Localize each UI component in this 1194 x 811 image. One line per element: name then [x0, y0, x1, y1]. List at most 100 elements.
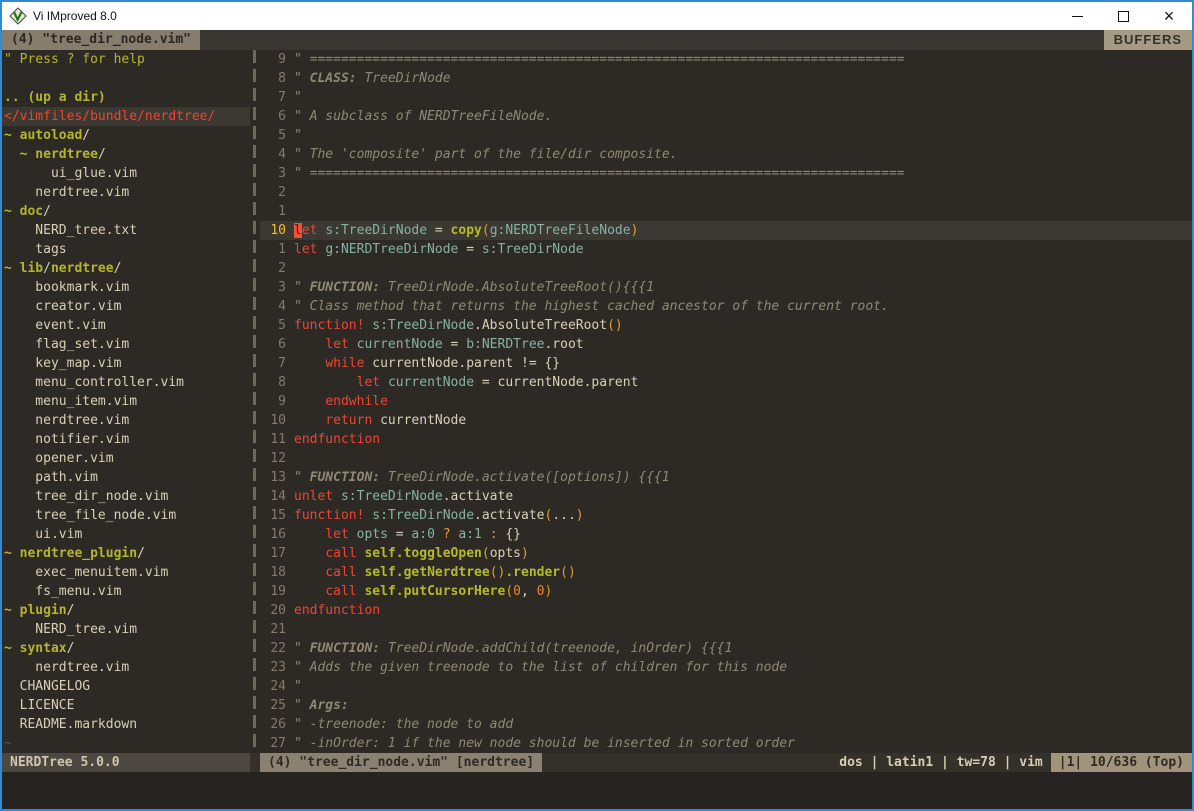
line-number: 9 [262, 392, 286, 411]
statusline-gap [250, 753, 260, 772]
tree-item[interactable]: event.vim [2, 316, 250, 335]
code-line[interactable]: 5" [260, 126, 1192, 145]
tree-item[interactable]: nerdtree.vim [2, 411, 250, 430]
line-number: 8 [262, 373, 286, 392]
tree-item[interactable]: ~ nerdtree/ [2, 145, 250, 164]
tree-item[interactable]: exec_menuitem.vim [2, 563, 250, 582]
tree-item[interactable]: tree_file_node.vim [2, 506, 250, 525]
tree-item[interactable] [2, 69, 250, 88]
line-number: 21 [262, 620, 286, 639]
tree-item[interactable]: ~ nerdtree_plugin/ [2, 544, 250, 563]
code-line[interactable]: 11endfunction [260, 430, 1192, 449]
statusline-position: |1| 10/636 (Top) [1051, 753, 1192, 772]
line-number: 26 [262, 715, 286, 734]
tree-item[interactable]: ~ [2, 734, 250, 753]
tree-item[interactable]: ~ plugin/ [2, 601, 250, 620]
line-number: 2 [262, 183, 286, 202]
code-line[interactable]: 24" [260, 677, 1192, 696]
line-number: 16 [262, 525, 286, 544]
tree-item[interactable]: bookmark.vim [2, 278, 250, 297]
line-number: 20 [262, 601, 286, 620]
tree-item[interactable]: nerdtree.vim [2, 183, 250, 202]
tree-item[interactable]: menu_controller.vim [2, 373, 250, 392]
tree-item[interactable]: .. (up a dir) [2, 88, 250, 107]
line-number: 10 [262, 411, 286, 430]
command-line[interactable] [2, 772, 1192, 809]
line-number: 18 [262, 563, 286, 582]
tree-item[interactable]: ~ lib/nerdtree/ [2, 259, 250, 278]
code-line[interactable]: 27" -inOrder: 1 if the new node should b… [260, 734, 1192, 753]
line-number: 3 [262, 164, 286, 183]
close-button[interactable]: × [1146, 2, 1192, 30]
line-number: 17 [262, 544, 286, 563]
code-line[interactable]: 7" [260, 88, 1192, 107]
tab-tree-dir-node[interactable]: (4) "tree_dir_node.vim" [2, 30, 200, 50]
line-number: 12 [262, 449, 286, 468]
line-number: 3 [262, 278, 286, 297]
code-line[interactable]: 19 call self.putCursorHere(0, 0) [260, 582, 1192, 601]
tree-item[interactable]: ~ doc/ [2, 202, 250, 221]
tree-item[interactable]: menu_item.vim [2, 392, 250, 411]
code-line[interactable]: 8 let currentNode = currentNode.parent [260, 373, 1192, 392]
code-line[interactable]: 6 let currentNode = b:NERDTree.root [260, 335, 1192, 354]
code-line[interactable]: 2 [260, 259, 1192, 278]
tree-item[interactable]: creator.vim [2, 297, 250, 316]
tree-item[interactable]: NERD_tree.txt [2, 221, 250, 240]
line-number: 22 [262, 639, 286, 658]
tree-item[interactable]: README.markdown [2, 715, 250, 734]
code-line[interactable]: 20endfunction [260, 601, 1192, 620]
tree-item[interactable]: ui_glue.vim [2, 164, 250, 183]
code-line[interactable]: 22" FUNCTION: TreeDirNode.addChild(treen… [260, 639, 1192, 658]
code-line[interactable]: 10 return currentNode [260, 411, 1192, 430]
code-line[interactable]: 8" CLASS: TreeDirNode [260, 69, 1192, 88]
tree-item[interactable]: key_map.vim [2, 354, 250, 373]
tree-item[interactable]: CHANGELOG [2, 677, 250, 696]
code-line[interactable]: 1let g:NERDTreeDirNode = s:TreeDirNode [260, 240, 1192, 259]
tree-item[interactable]: ~ autoload/ [2, 126, 250, 145]
code-line[interactable]: 18 call self.getNerdtree().render() [260, 563, 1192, 582]
code-line[interactable]: 16 let opts = a:0 ? a:1 : {} [260, 525, 1192, 544]
tree-item[interactable]: path.vim [2, 468, 250, 487]
tree-item[interactable]: LICENCE [2, 696, 250, 715]
code-line[interactable]: 3" =====================================… [260, 164, 1192, 183]
tree-item[interactable]: tree_dir_node.vim [2, 487, 250, 506]
window-title: Vi IMproved 8.0 [33, 9, 117, 23]
editor-panel: 9" =====================================… [260, 50, 1192, 753]
code-line[interactable]: 15function! s:TreeDirNode.activate(...) [260, 506, 1192, 525]
tree-item[interactable]: nerdtree.vim [2, 658, 250, 677]
window-split-separator[interactable] [250, 50, 260, 753]
code-line[interactable]: 4" Class method that returns the highest… [260, 297, 1192, 316]
tree-item[interactable]: ui.vim [2, 525, 250, 544]
tree-item[interactable]: fs_menu.vim [2, 582, 250, 601]
code-line[interactable]: 6" A subclass of NERDTreeFileNode. [260, 107, 1192, 126]
tree-item[interactable]: " Press ? for help [2, 50, 250, 69]
tree-item[interactable]: NERD_tree.vim [2, 620, 250, 639]
code-line[interactable]: 5function! s:TreeDirNode.AbsoluteTreeRoo… [260, 316, 1192, 335]
code-line[interactable]: 14unlet s:TreeDirNode.activate [260, 487, 1192, 506]
code-line[interactable]: 21 [260, 620, 1192, 639]
code-line[interactable]: 4" The 'composite' part of the file/dir … [260, 145, 1192, 164]
code-line[interactable]: 7 while currentNode.parent != {} [260, 354, 1192, 373]
window-controls: × [1054, 2, 1192, 30]
code-line[interactable]: 25" Args: [260, 696, 1192, 715]
tree-item[interactable]: flag_set.vim [2, 335, 250, 354]
code-line[interactable]: 9 endwhile [260, 392, 1192, 411]
minimize-button[interactable] [1054, 2, 1100, 30]
code-line[interactable]: 26" -treenode: the node to add [260, 715, 1192, 734]
code-line[interactable]: 13" FUNCTION: TreeDirNode.activate([opti… [260, 468, 1192, 487]
maximize-button[interactable] [1100, 2, 1146, 30]
code-line[interactable]: 23" Adds the given treenode to the list … [260, 658, 1192, 677]
code-line[interactable]: 3" FUNCTION: TreeDirNode.AbsoluteTreeRoo… [260, 278, 1192, 297]
tree-item[interactable]: ~ syntax/ [2, 639, 250, 658]
tree-item[interactable]: tags [2, 240, 250, 259]
code-line[interactable]: 10let s:TreeDirNode = copy(g:NERDTreeFil… [260, 221, 1192, 240]
code-line[interactable]: 2 [260, 183, 1192, 202]
code-line[interactable]: 9" =====================================… [260, 50, 1192, 69]
tree-item[interactable]: notifier.vim [2, 430, 250, 449]
tree-item[interactable]: opener.vim [2, 449, 250, 468]
code-line[interactable]: 17 call self.toggleOpen(opts) [260, 544, 1192, 563]
tree-item[interactable]: </vimfiles/bundle/nerdtree/ [2, 107, 250, 126]
titlebar: Vi IMproved 8.0 × [2, 2, 1192, 30]
code-line[interactable]: 1 [260, 202, 1192, 221]
code-line[interactable]: 12 [260, 449, 1192, 468]
